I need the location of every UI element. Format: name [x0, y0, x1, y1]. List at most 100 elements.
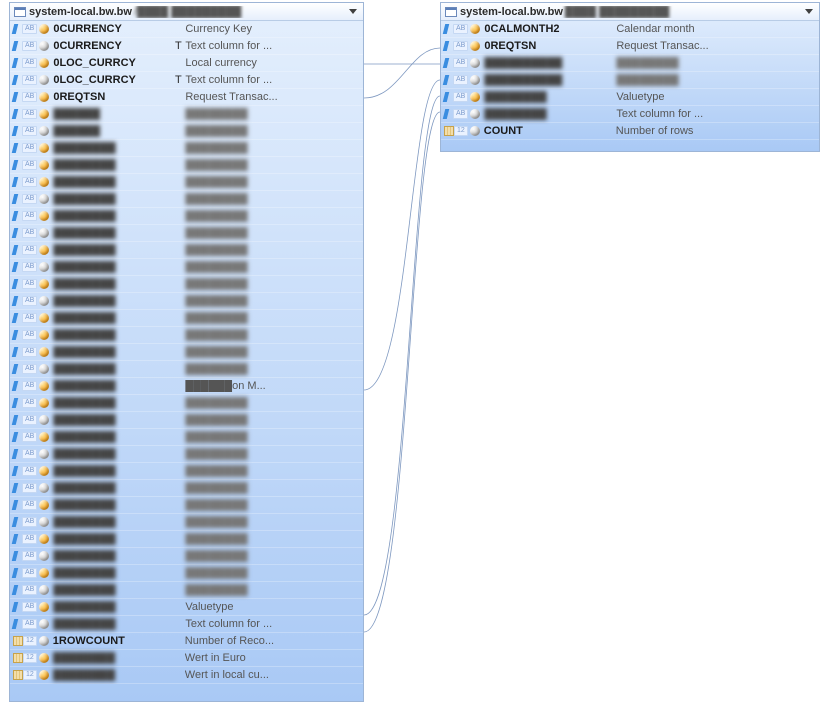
- column-row[interactable]: AB████████████████: [10, 242, 363, 259]
- table-icon: [445, 7, 457, 17]
- column-row[interactable]: AB████████████████: [10, 293, 363, 310]
- key-dot-icon: [470, 41, 480, 51]
- key-dot-icon: [39, 92, 49, 102]
- column-row[interactable]: AB████████████████: [10, 157, 363, 174]
- attribute-icon: [12, 75, 22, 85]
- attribute-icon: [443, 58, 453, 68]
- column-suffix: T: [171, 40, 185, 52]
- type-badge: AB: [22, 347, 37, 357]
- type-badge: AB: [22, 92, 37, 102]
- type-badge: AB: [22, 313, 37, 323]
- column-row[interactable]: AB████████████████: [10, 361, 363, 378]
- attribute-icon: [12, 585, 22, 595]
- column-row[interactable]: AB████████████████: [10, 463, 363, 480]
- attribute-icon: [12, 126, 22, 136]
- column-row[interactable]: AB████████████████: [10, 548, 363, 565]
- column-description: ████████: [185, 550, 363, 562]
- column-row[interactable]: AB████████████████: [10, 208, 363, 225]
- column-row[interactable]: AB████████████████: [10, 225, 363, 242]
- column-row[interactable]: AB████████Valuetype: [10, 599, 363, 616]
- column-name: ████████: [53, 278, 171, 290]
- column-row[interactable]: 12████████Wert in Euro: [10, 650, 363, 667]
- column-row[interactable]: AB██████████████on M...: [10, 378, 363, 395]
- column-description: ████████: [185, 244, 363, 256]
- column-row[interactable]: AB██████████████████: [441, 55, 819, 72]
- column-row[interactable]: AB████████████████: [10, 514, 363, 531]
- column-description: ████████: [185, 261, 363, 273]
- nav-dot-icon: [470, 58, 480, 68]
- column-row[interactable]: AB████████Text column for ...: [10, 616, 363, 633]
- column-row[interactable]: AB0CURRENCYTText column for ...: [10, 38, 363, 55]
- column-row[interactable]: AB0LOC_CURRCYLocal currency: [10, 55, 363, 72]
- column-description: Number of Reco...: [185, 635, 363, 647]
- panel-menu-icon[interactable]: [349, 9, 357, 14]
- column-row[interactable]: AB0CURRENCYCurrency Key: [10, 21, 363, 38]
- left-table-panel[interactable]: system-local.bw.bw/████ █████████ AB0CUR…: [9, 2, 364, 702]
- column-description: Valuetype: [616, 91, 819, 103]
- type-badge: AB: [22, 262, 37, 272]
- column-row[interactable]: AB████████████████: [10, 310, 363, 327]
- column-name: ████████: [53, 584, 171, 596]
- column-row[interactable]: AB██████████████: [10, 106, 363, 123]
- measure-icon: [13, 653, 23, 663]
- column-row[interactable]: AB0LOC_CURRCYTText column for ...: [10, 72, 363, 89]
- key-dot-icon: [39, 58, 49, 68]
- column-row[interactable]: AB0REQTSNRequest Transac...: [10, 89, 363, 106]
- column-row[interactable]: AB████████Text column for ...: [441, 106, 819, 123]
- type-badge: AB: [453, 41, 468, 51]
- column-row[interactable]: AB████████████████: [10, 582, 363, 599]
- attribute-icon: [12, 92, 22, 102]
- attribute-icon: [12, 245, 22, 255]
- panel-menu-icon[interactable]: [805, 9, 813, 14]
- column-description: ████████: [185, 414, 363, 426]
- column-row[interactable]: AB████████████████: [10, 276, 363, 293]
- column-row[interactable]: AB████████████████: [10, 412, 363, 429]
- column-row[interactable]: AB████████████████: [10, 446, 363, 463]
- key-dot-icon: [470, 24, 480, 34]
- column-row[interactable]: 12COUNTNumber of rows: [441, 123, 819, 140]
- column-row[interactable]: AB████████Valuetype: [441, 89, 819, 106]
- column-row[interactable]: AB██████████████████: [441, 72, 819, 89]
- attribute-icon: [12, 313, 22, 323]
- column-row[interactable]: AB████████████████: [10, 327, 363, 344]
- column-row[interactable]: AB████████████████: [10, 344, 363, 361]
- type-badge: AB: [22, 143, 37, 153]
- attribute-icon: [12, 551, 22, 561]
- column-row[interactable]: AB████████████████: [10, 140, 363, 157]
- column-name: ██████: [53, 125, 171, 137]
- attribute-icon: [12, 24, 22, 34]
- right-table-panel[interactable]: system-local.bw.bw████ █████████ AB0CALM…: [440, 2, 820, 152]
- column-row[interactable]: AB████████████████: [10, 191, 363, 208]
- type-badge: AB: [22, 364, 37, 374]
- left-table-header[interactable]: system-local.bw.bw/████ █████████: [10, 3, 363, 21]
- nav-dot-icon: [470, 126, 480, 136]
- column-row[interactable]: AB████████████████: [10, 259, 363, 276]
- column-name: ████████: [53, 295, 171, 307]
- type-badge: AB: [453, 109, 468, 119]
- column-row[interactable]: AB0REQTSNRequest Transac...: [441, 38, 819, 55]
- column-row[interactable]: 121ROWCOUNTNumber of Reco...: [10, 633, 363, 650]
- column-description: ████████: [185, 312, 363, 324]
- column-row[interactable]: AB████████████████: [10, 395, 363, 412]
- column-row[interactable]: AB████████████████: [10, 497, 363, 514]
- column-name: ████████: [53, 380, 171, 392]
- column-description: Text column for ...: [185, 618, 363, 630]
- key-dot-icon: [39, 24, 49, 34]
- type-badge: AB: [22, 296, 37, 306]
- type-badge: AB: [22, 398, 37, 408]
- column-row[interactable]: AB████████████████: [10, 429, 363, 446]
- column-row[interactable]: AB0CALMONTH2Calendar month: [441, 21, 819, 38]
- column-row[interactable]: AB████████████████: [10, 480, 363, 497]
- column-row[interactable]: AB████████████████: [10, 531, 363, 548]
- nav-dot-icon: [39, 262, 49, 272]
- right-table-header[interactable]: system-local.bw.bw████ █████████: [441, 3, 819, 21]
- column-row[interactable]: AB████████████████: [10, 174, 363, 191]
- column-name: ████████: [53, 210, 171, 222]
- nav-dot-icon: [39, 126, 49, 136]
- attribute-icon: [12, 449, 22, 459]
- column-row[interactable]: AB██████████████: [10, 123, 363, 140]
- attribute-icon: [443, 75, 453, 85]
- column-row[interactable]: 12████████Wert in local cu...: [10, 667, 363, 684]
- key-dot-icon: [39, 432, 49, 442]
- column-row[interactable]: AB████████████████: [10, 565, 363, 582]
